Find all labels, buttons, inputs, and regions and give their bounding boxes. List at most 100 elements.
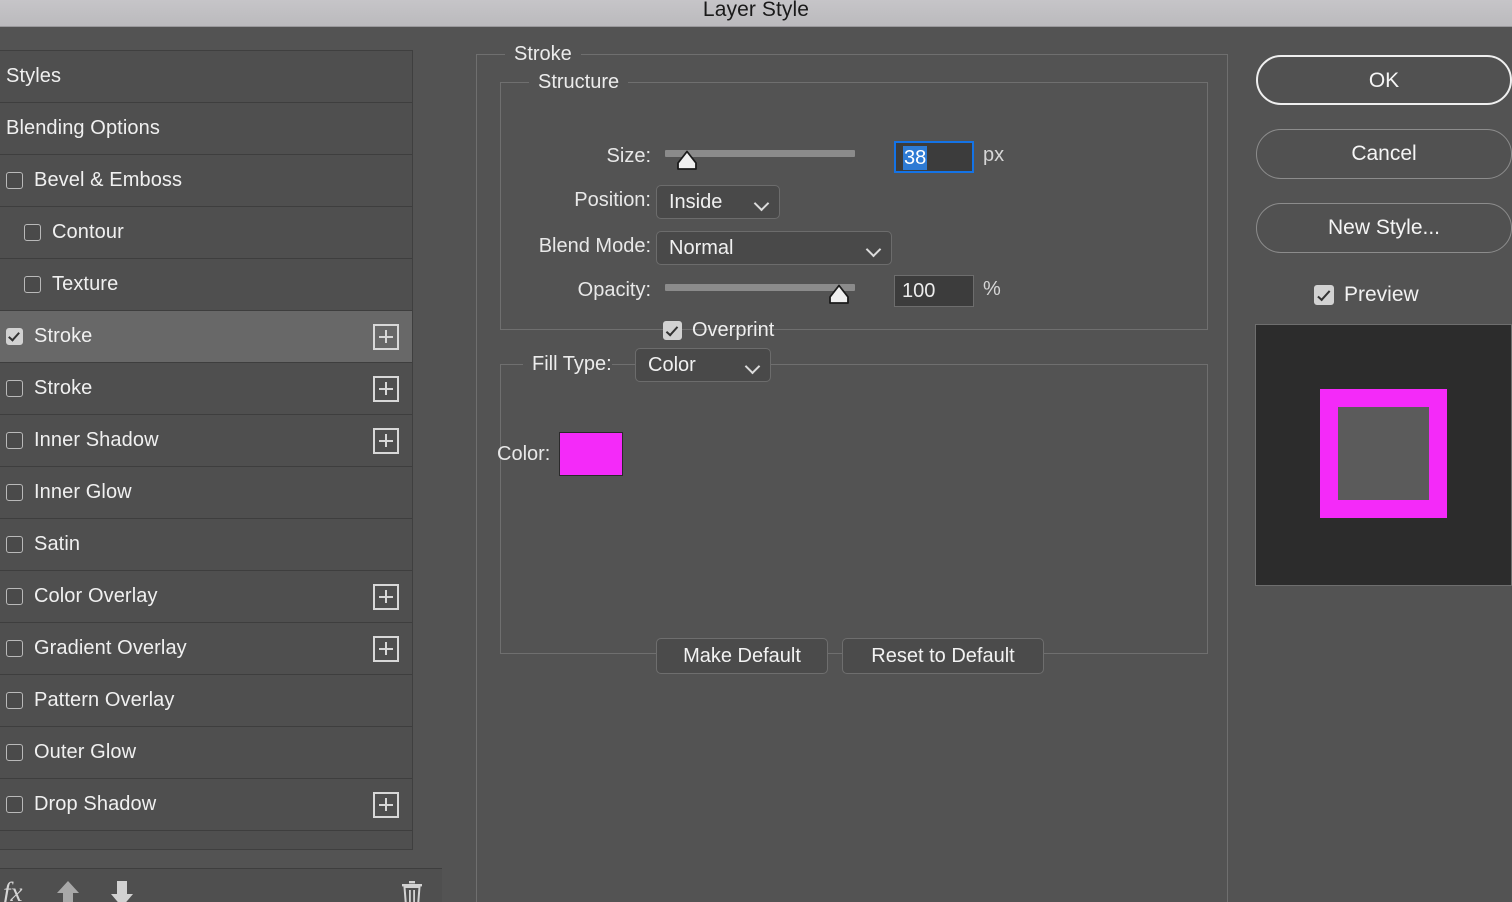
effect-toggle-checkbox[interactable] <box>6 796 23 813</box>
color-label: Color: <box>497 443 551 465</box>
overprint-checkbox[interactable] <box>663 321 682 340</box>
preview-checkbox-row[interactable]: Preview <box>1314 283 1419 307</box>
position-select-value: Inside <box>669 191 723 213</box>
preview-checkbox[interactable] <box>1314 285 1334 305</box>
blend-mode-select[interactable]: Normal <box>656 231 892 265</box>
sidebar-item-inner-glow[interactable]: Inner Glow <box>0 467 412 519</box>
sidebar-item-label: Inner Glow <box>34 481 132 503</box>
fill-type-label: Fill Type: <box>523 353 612 376</box>
add-effect-plus-icon[interactable] <box>373 583 399 610</box>
overprint-label: Overprint <box>692 319 775 341</box>
effect-toggle-checkbox[interactable] <box>6 692 23 709</box>
preview-fill-shape <box>1338 407 1429 500</box>
effect-toggle-checkbox[interactable] <box>6 380 23 397</box>
add-effect-plus-icon[interactable] <box>373 635 399 662</box>
dialog-actions-panel: OK Cancel New Style... Preview <box>1254 28 1512 902</box>
preview-stroke-shape <box>1320 389 1447 518</box>
color-swatch[interactable] <box>559 432 623 476</box>
opacity-input[interactable]: 100 <box>894 275 974 307</box>
size-label: Size: <box>606 145 651 167</box>
sidebar-item-label: Drop Shadow <box>34 793 157 815</box>
effects-sidebar: Styles Blending Options Bevel & Emboss Cont… <box>0 28 443 902</box>
sidebar-item-label: Color Overlay <box>34 585 158 607</box>
ok-button[interactable]: OK <box>1256 55 1512 105</box>
add-effect-plus-icon[interactable] <box>373 375 399 402</box>
arrow-up-icon[interactable] <box>55 880 81 902</box>
add-effect-plus-icon[interactable] <box>373 791 399 818</box>
sidebar-item-stroke[interactable]: Stroke <box>0 311 412 363</box>
opacity-slider-thumb[interactable] <box>828 284 850 305</box>
window-title: Layer Style <box>702 0 810 21</box>
layer-style-dialog: Layer Style Styles Blending Options Bevel … <box>0 0 1512 902</box>
effect-toggle-checkbox[interactable] <box>6 432 23 449</box>
trash-icon[interactable] <box>400 880 424 902</box>
sidebar-item-blending-options[interactable]: Blending Options <box>0 103 412 155</box>
chevron-down-icon <box>756 198 768 205</box>
cancel-button[interactable]: Cancel <box>1256 129 1512 179</box>
sidebar-item-label: Outer Glow <box>34 741 137 763</box>
blend-mode-label: Blend Mode: <box>538 235 651 257</box>
effects-list[interactable]: Styles Blending Options Bevel & Emboss Cont… <box>0 50 413 850</box>
position-select[interactable]: Inside <box>656 185 780 219</box>
list-scroll-track[interactable] <box>413 50 443 850</box>
effect-toggle-checkbox[interactable] <box>24 276 41 293</box>
effects-toolbar: fx <box>0 868 442 902</box>
size-unit-label: px <box>983 144 1005 166</box>
structure-group: Structure Size: 38 px Position: Inside B… <box>500 71 1208 341</box>
size-input-value: 38 <box>903 146 928 170</box>
add-effect-plus-icon[interactable] <box>373 427 399 454</box>
overprint-checkbox-row[interactable]: Overprint <box>663 319 774 342</box>
chevron-down-icon <box>747 361 759 368</box>
reset-to-default-button[interactable]: Reset to Default <box>842 638 1044 674</box>
sidebar-item-label: Satin <box>34 533 81 555</box>
opacity-input-value: 100 <box>902 280 936 302</box>
sidebar-item-label: Gradient Overlay <box>34 637 187 659</box>
sidebar-item-pattern-overlay[interactable]: Pattern Overlay <box>0 675 412 727</box>
effect-toggle-checkbox[interactable] <box>6 484 23 501</box>
stroke-group-legend: Stroke <box>505 43 581 66</box>
effect-toggle-checkbox[interactable] <box>6 536 23 553</box>
effect-toggle-checkbox[interactable] <box>6 328 23 345</box>
sidebar-item-label: Stroke <box>34 325 93 347</box>
sidebar-item-texture[interactable]: Texture <box>0 259 412 311</box>
make-default-button[interactable]: Make Default <box>656 638 828 674</box>
sidebar-item-contour[interactable]: Contour <box>0 207 412 259</box>
effect-toggle-checkbox[interactable] <box>6 640 23 657</box>
effect-toggle-checkbox[interactable] <box>24 224 41 241</box>
fx-menu-button[interactable]: fx <box>3 877 23 902</box>
position-label: Position: <box>574 189 651 211</box>
preview-label: Preview <box>1344 283 1419 306</box>
sidebar-item-label: Inner Shadow <box>34 429 159 451</box>
size-slider-thumb[interactable] <box>676 150 698 171</box>
sidebar-item-label: Bevel & Emboss <box>34 169 183 191</box>
sidebar-item-color-overlay[interactable]: Color Overlay <box>0 571 412 623</box>
sidebar-item-satin[interactable]: Satin <box>0 519 412 571</box>
new-style-button[interactable]: New Style... <box>1256 203 1512 253</box>
sidebar-item-label: Pattern Overlay <box>34 689 175 711</box>
fill-type-select[interactable]: Color <box>635 348 771 382</box>
size-input[interactable]: 38 <box>894 141 974 173</box>
opacity-label: Opacity: <box>577 279 651 301</box>
sidebar-item-stroke[interactable]: Stroke <box>0 363 412 415</box>
effect-toggle-checkbox[interactable] <box>6 588 23 605</box>
sidebar-item-inner-shadow[interactable]: Inner Shadow <box>0 415 412 467</box>
effect-toggle-checkbox[interactable] <box>6 744 23 761</box>
sidebar-item-outer-glow[interactable]: Outer Glow <box>0 727 412 779</box>
sidebar-item-label: Texture <box>52 273 119 295</box>
effect-toggle-checkbox[interactable] <box>6 172 23 189</box>
arrow-down-icon[interactable] <box>109 880 135 902</box>
fill-type-select-value: Color <box>648 354 696 376</box>
sidebar-item-bevel-emboss[interactable]: Bevel & Emboss <box>0 155 412 207</box>
opacity-slider-track[interactable] <box>665 284 855 291</box>
sidebar-item-label: Stroke <box>34 377 93 399</box>
sidebar-item-drop-shadow[interactable]: Drop Shadow <box>0 779 412 831</box>
sidebar-item-label: Styles <box>6 65 62 87</box>
sidebar-item-styles[interactable]: Styles <box>0 51 412 103</box>
sidebar-item-label: Contour <box>52 221 124 243</box>
fill-type-group: Fill Type: Color Color: <box>497 348 1208 654</box>
add-effect-plus-icon[interactable] <box>373 323 399 350</box>
window-titlebar[interactable]: Layer Style <box>0 0 1512 27</box>
opacity-unit-label: % <box>983 278 1001 300</box>
sidebar-item-gradient-overlay[interactable]: Gradient Overlay <box>0 623 412 675</box>
structure-group-legend: Structure <box>529 71 629 94</box>
